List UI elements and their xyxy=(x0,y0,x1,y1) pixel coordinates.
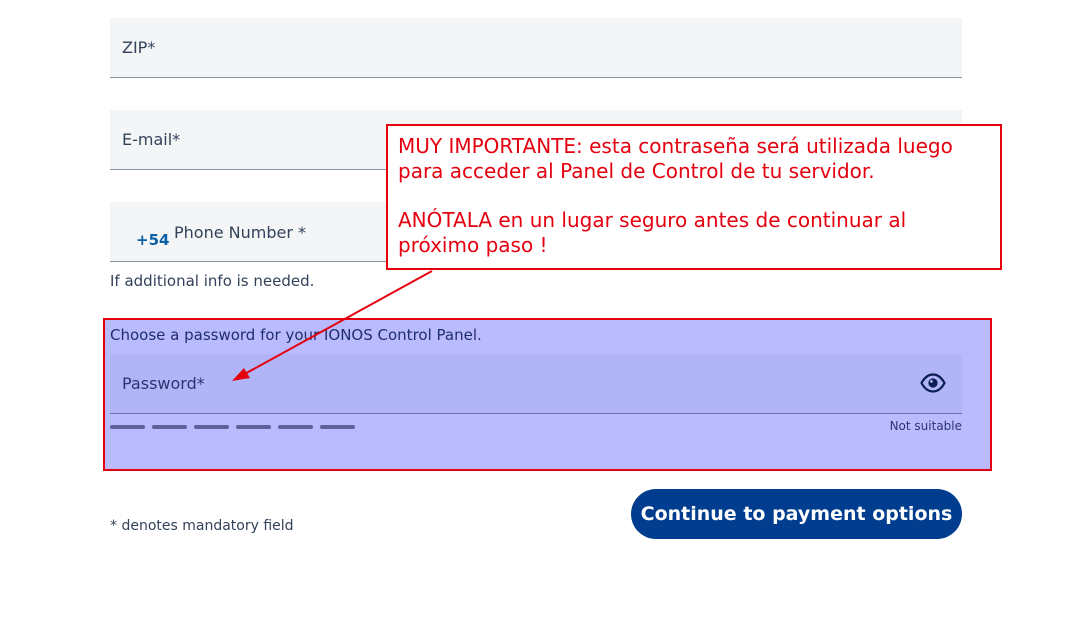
eye-icon[interactable] xyxy=(920,373,946,393)
strength-segment xyxy=(236,425,271,429)
password-strength-label: Not suitable xyxy=(889,419,962,433)
strength-segment xyxy=(194,425,229,429)
continue-to-payment-button[interactable]: Continue to payment options xyxy=(631,489,962,539)
password-strength-meter xyxy=(110,425,355,429)
phone-country-prefix[interactable]: +54 xyxy=(136,231,169,249)
zip-field[interactable]: ZIP* xyxy=(110,18,962,78)
phone-label: Phone Number * xyxy=(174,223,307,242)
strength-segment xyxy=(320,425,355,429)
password-intro: Choose a password for your IONOS Control… xyxy=(110,326,482,344)
strength-segment xyxy=(110,425,145,429)
annotation-line-1: MUY IMPORTANTE: esta contraseña será uti… xyxy=(398,134,953,183)
password-label: Password* xyxy=(122,374,205,393)
phone-hint: If additional info is needed. xyxy=(110,272,315,290)
strength-segment xyxy=(152,425,187,429)
annotation-line-2: ANÓTALA en un lugar seguro antes de cont… xyxy=(398,208,907,257)
password-field[interactable]: Password* xyxy=(110,354,962,414)
strength-segment xyxy=(278,425,313,429)
email-label: E-mail* xyxy=(122,130,181,149)
annotation-callout: MUY IMPORTANTE: esta contraseña será uti… xyxy=(386,124,1002,270)
mandatory-note: * denotes mandatory field xyxy=(110,518,294,534)
zip-label: ZIP* xyxy=(122,38,156,57)
